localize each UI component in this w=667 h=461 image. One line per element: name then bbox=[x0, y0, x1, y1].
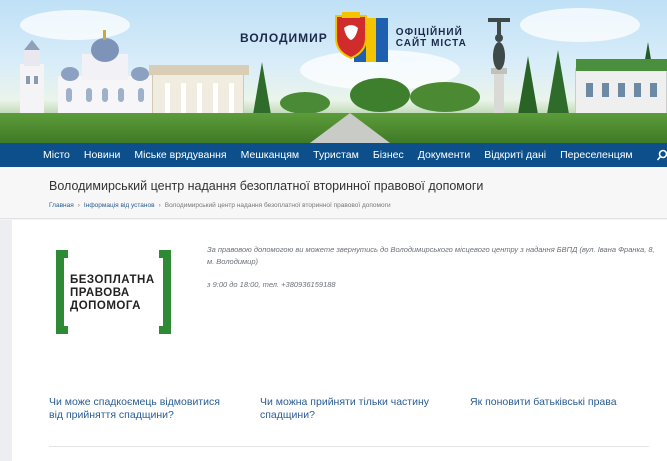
bush bbox=[280, 92, 330, 114]
nav-item-business[interactable]: Бізнес bbox=[373, 149, 404, 161]
coat-of-arms-icon bbox=[334, 12, 388, 62]
logo-city-name: ВОЛОДИМИР bbox=[240, 31, 328, 45]
logo-official-site: ОФІЦІЙНИЙ САЙТ МІСТА bbox=[395, 27, 467, 49]
article-link-text: Чи можна прийняти тільки частину bbox=[260, 396, 430, 408]
logo-line-1: БЕЗОПЛАТНА bbox=[70, 274, 155, 286]
main-navigation: Місто Новини Міське врядування Мешканцям… bbox=[0, 143, 667, 167]
cloud bbox=[520, 8, 640, 42]
tree bbox=[546, 50, 570, 120]
search-icon[interactable] bbox=[657, 149, 667, 161]
bush bbox=[410, 82, 480, 112]
article-link-parental-rights[interactable]: Як поновити батьківські права bbox=[470, 396, 660, 409]
right-bracket bbox=[159, 250, 171, 334]
article-link-partial-inheritance[interactable]: Чи можна прийняти тільки частину спадщин… bbox=[260, 396, 460, 422]
article-link-text: Як поновити батьківські права bbox=[470, 396, 617, 408]
divider bbox=[49, 446, 649, 447]
nav-item-open-data[interactable]: Відкриті дані bbox=[484, 149, 546, 161]
main-content: БЕЗОПЛАТНА ПРАВОВА ДОПОМОГА За правовою … bbox=[12, 220, 667, 461]
contact-hours: з 9:00 до 18:00, тел. +380936159188 bbox=[207, 280, 336, 289]
legal-aid-logo: БЕЗОПЛАТНА ПРАВОВА ДОПОМОГА bbox=[50, 246, 177, 338]
bell-tower-image bbox=[20, 40, 44, 120]
header-banner: ВОЛОДИМИР ОФІЦІЙНИЙ САЙТ МІСТА bbox=[0, 0, 667, 143]
breadcrumb-separator: › bbox=[158, 202, 161, 209]
left-bracket bbox=[56, 250, 68, 334]
bush bbox=[350, 78, 410, 112]
breadcrumb-home[interactable]: Главная bbox=[49, 202, 74, 209]
breadcrumb-current: Володимирський центр надання безоплатної… bbox=[164, 202, 391, 209]
logo-line-2: ПРАВОВА bbox=[70, 287, 130, 299]
logo-line-3: ДОПОМОГА bbox=[70, 300, 141, 312]
nav-item-city[interactable]: Місто bbox=[43, 149, 70, 161]
nav-item-residents[interactable]: Мешканцям bbox=[241, 149, 300, 161]
breadcrumb: Главная › Інформація від установ › Волод… bbox=[49, 202, 391, 209]
nav-item-documents[interactable]: Документи bbox=[418, 149, 470, 161]
contact-info: За правовою допомогою ви можете звернути… bbox=[207, 244, 657, 303]
article-link-text: Чи може спадкоємець відмовитися bbox=[49, 396, 220, 408]
nav-item-government[interactable]: Міське врядування bbox=[134, 149, 226, 161]
article-link-refuse-inheritance[interactable]: Чи може спадкоємець відмовитися від прий… bbox=[49, 396, 249, 422]
nav-item-news[interactable]: Новини bbox=[84, 149, 121, 161]
page-title: Володимирський центр надання безоплатної… bbox=[49, 179, 484, 193]
breadcrumb-separator: › bbox=[77, 202, 80, 209]
article-link-text: від прийняття спадщини? bbox=[49, 409, 174, 421]
cathedral-image bbox=[58, 30, 152, 120]
legal-aid-logo-text: БЕЗОПЛАТНА ПРАВОВА ДОПОМОГА bbox=[70, 274, 155, 313]
breadcrumb-institutions[interactable]: Інформація від установ bbox=[84, 202, 155, 209]
nav-item-tourists[interactable]: Туристам bbox=[313, 149, 359, 161]
road bbox=[310, 113, 390, 143]
page-side-margin bbox=[0, 220, 12, 461]
site-logo[interactable]: ВОЛОДИМИР ОФІЦІЙНИЙ САЙТ МІСТА bbox=[240, 8, 476, 68]
page-header: Володимирський центр надання безоплатної… bbox=[0, 167, 667, 219]
article-link-text: спадщини? bbox=[260, 409, 315, 421]
contact-address: За правовою допомогою ви можете звернути… bbox=[207, 245, 655, 266]
nav-item-displaced[interactable]: Переселенцям bbox=[560, 149, 633, 161]
